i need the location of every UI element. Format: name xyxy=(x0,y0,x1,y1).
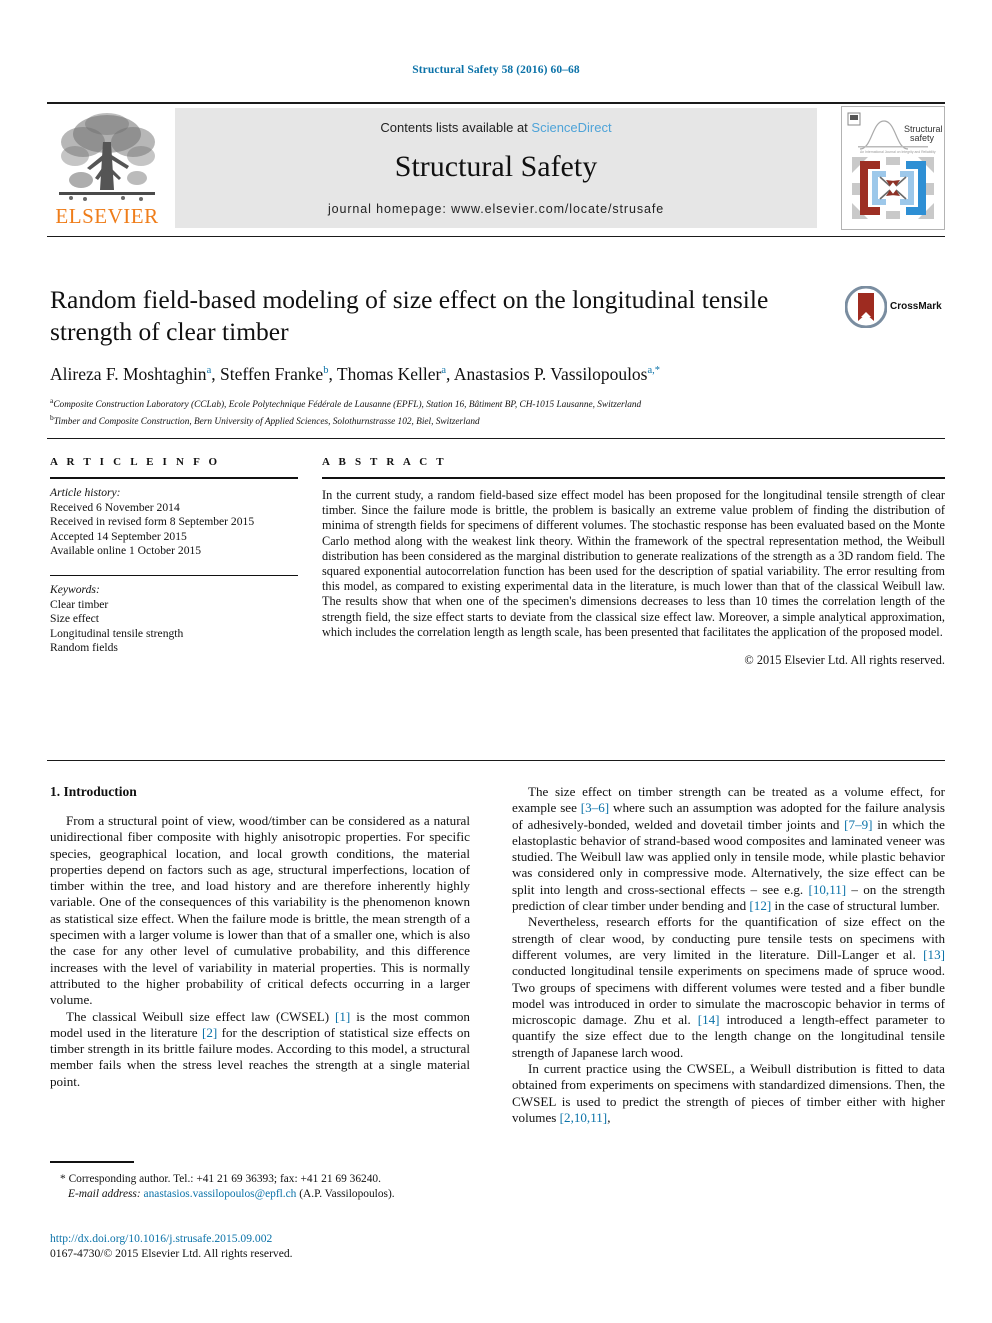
sciencedirect-link[interactable]: ScienceDirect xyxy=(531,120,611,135)
abstract-copyright: © 2015 Elsevier Ltd. All rights reserved… xyxy=(744,653,945,668)
body-paragraph: From a structural point of view, wood/ti… xyxy=(50,813,470,1008)
abstract-column: A B S T R A C T In the current study, a … xyxy=(322,456,945,668)
abstract-rule xyxy=(322,477,945,479)
affiliation-a-text: Composite Construction Laboratory (CCLab… xyxy=(53,400,642,411)
author-name: Steffen Franke xyxy=(219,364,324,384)
masthead-bottom-rule xyxy=(47,236,945,237)
body-text-run: in the case of structural lumber. xyxy=(771,898,940,914)
issn-copyright-line: 0167-4730/© 2015 Elsevier Ltd. All right… xyxy=(50,1246,293,1260)
article-page: Structural Safety 58 (2016) 60–68 ELSEVI… xyxy=(0,0,992,1323)
citation-reference[interactable]: [1] xyxy=(335,1009,350,1024)
keywords-rule xyxy=(50,574,298,576)
keyword-item[interactable]: Clear timber xyxy=(50,598,298,613)
author-separator: , xyxy=(211,364,220,384)
affiliation-a: aComposite Construction Laboratory (CCLa… xyxy=(50,395,890,412)
journal-cover-art: Structural safety An International Journ… xyxy=(842,107,944,229)
article-info-heading: A R T I C L E I N F O xyxy=(50,456,221,468)
author-separator: , xyxy=(328,364,337,384)
footnote-block: * Corresponding author. Tel.: +41 21 69 … xyxy=(50,1172,470,1201)
body-paragraph: The classical Weibull size effect law (C… xyxy=(50,1009,470,1090)
author-name: Alireza F. Moshtaghin xyxy=(50,364,207,384)
journal-masthead: ELSEVIER Contents lists available at Sci… xyxy=(47,106,945,230)
crossmark-label: CrossMark xyxy=(890,301,942,312)
body-paragraph: The size effect on timber strength can b… xyxy=(512,784,945,914)
running-head: Structural Safety 58 (2016) 60–68 xyxy=(412,64,580,76)
author-name: Thomas Keller xyxy=(336,364,442,384)
keywords-label: Keywords: xyxy=(50,582,100,596)
body-left-column: 1. Introduction From a structural point … xyxy=(50,784,470,1090)
affiliation-b-text: Timber and Composite Construction, Bern … xyxy=(53,416,480,427)
body-right-column: The size effect on timber strength can b… xyxy=(512,784,945,1126)
elsevier-wordmark: ELSEVIER xyxy=(55,204,159,228)
journal-title: Structural Safety xyxy=(394,150,598,183)
corresponding-author-text: Corresponding author. Tel.: +41 21 69 36… xyxy=(68,1173,381,1185)
journal-homepage[interactable]: journal homepage: www.elsevier.com/locat… xyxy=(175,202,817,216)
email-label: E-mail address: xyxy=(68,1187,141,1200)
article-info-column: A R T I C L E I N F O Article history: R… xyxy=(50,456,298,656)
citation-reference[interactable]: [3–6] xyxy=(581,800,609,815)
history-item: Received in revised form 8 September 201… xyxy=(50,515,255,529)
svg-text:safety: safety xyxy=(910,133,935,143)
elsevier-tree-icon xyxy=(59,113,155,201)
body-text-run: , xyxy=(607,1109,611,1125)
history-item: Accepted 14 September 2015 xyxy=(50,529,187,543)
journal-cover-thumbnail: Structural safety An International Journ… xyxy=(841,106,945,230)
email-link[interactable]: anastasios.vassilopoulos@epfl.ch xyxy=(144,1188,297,1200)
affiliation-b: bTimber and Composite Construction, Bern… xyxy=(50,412,890,429)
elsevier-logo: ELSEVIER xyxy=(47,106,167,230)
abstract-text: In the current study, a random field-bas… xyxy=(322,488,945,639)
masthead-top-rule xyxy=(47,102,945,104)
keywords-block: Keywords: Clear timber Size effect Longi… xyxy=(50,583,298,656)
history-item: Available online 1 October 2015 xyxy=(50,544,202,558)
citation-reference[interactable]: [14] xyxy=(698,1012,720,1027)
article-info-rule xyxy=(50,477,298,479)
body-top-rule xyxy=(47,760,945,761)
author-separator: , xyxy=(446,364,454,384)
body-text-run: Nevertheless, research efforts for the q… xyxy=(512,914,945,962)
doi-link[interactable]: http://dx.doi.org/10.1016/j.strusafe.201… xyxy=(50,1232,480,1247)
citation-reference[interactable]: [10,11] xyxy=(808,882,846,897)
keyword-item[interactable]: Size effect xyxy=(50,612,298,627)
doi-block: http://dx.doi.org/10.1016/j.strusafe.201… xyxy=(50,1232,480,1261)
citation-reference[interactable]: [2,10,11] xyxy=(560,1110,608,1125)
contents-available-line: Contents lists available at ScienceDirec… xyxy=(175,120,817,135)
email-note: E-mail address: anastasios.vassilopoulos… xyxy=(50,1187,470,1202)
citation-reference[interactable]: [7–9] xyxy=(844,817,872,832)
email-suffix: (A.P. Vassilopoulos). xyxy=(299,1187,395,1200)
body-paragraph: In current practice using the CWSEL, a W… xyxy=(512,1061,945,1126)
corresponding-author-note: * Corresponding author. Tel.: +41 21 69 … xyxy=(50,1172,470,1187)
body-paragraph: Nevertheless, research efforts for the q… xyxy=(512,914,945,1061)
info-abstract-top-rule xyxy=(47,438,945,439)
keyword-item[interactable]: Longitudinal tensile strength xyxy=(50,627,298,642)
author-affiliation-marker[interactable]: a,* xyxy=(648,365,661,376)
abstract-heading: A B S T R A C T xyxy=(322,456,447,468)
author-list: Alireza F. Moshtaghina, Steffen Frankeb,… xyxy=(50,364,840,385)
crossmark-icon[interactable] xyxy=(845,286,887,328)
article-history-block: Article history: Received 6 November 201… xyxy=(50,486,298,559)
author-name: Anastasios P. Vassilopoulos xyxy=(453,364,648,384)
section-heading-introduction: 1. Introduction xyxy=(50,784,137,799)
body-text-run: The classical Weibull size effect law (C… xyxy=(66,1008,335,1024)
citation-reference[interactable]: [2] xyxy=(202,1025,217,1040)
citation-reference[interactable]: [13] xyxy=(923,947,945,962)
history-item: Received 6 November 2014 xyxy=(50,500,180,514)
article-title: Random field-based modeling of size effe… xyxy=(50,285,769,346)
title-block: Random field-based modeling of size effe… xyxy=(50,284,840,428)
footnote-rule xyxy=(50,1161,134,1163)
crossmark-badge-group[interactable]: CrossMark xyxy=(845,286,945,332)
citation-reference[interactable]: [12] xyxy=(749,898,771,913)
article-history-label: Article history: xyxy=(50,486,121,499)
affiliation-list: aComposite Construction Laboratory (CCLa… xyxy=(50,395,890,428)
corresponding-marker: * xyxy=(60,1173,66,1185)
contents-banner: Contents lists available at ScienceDirec… xyxy=(175,108,817,228)
svg-text:An International Journal on In: An International Journal on Integrity an… xyxy=(860,150,936,154)
contents-prefix: Contents lists available at xyxy=(380,120,532,135)
keyword-item[interactable]: Random fields xyxy=(50,641,298,656)
